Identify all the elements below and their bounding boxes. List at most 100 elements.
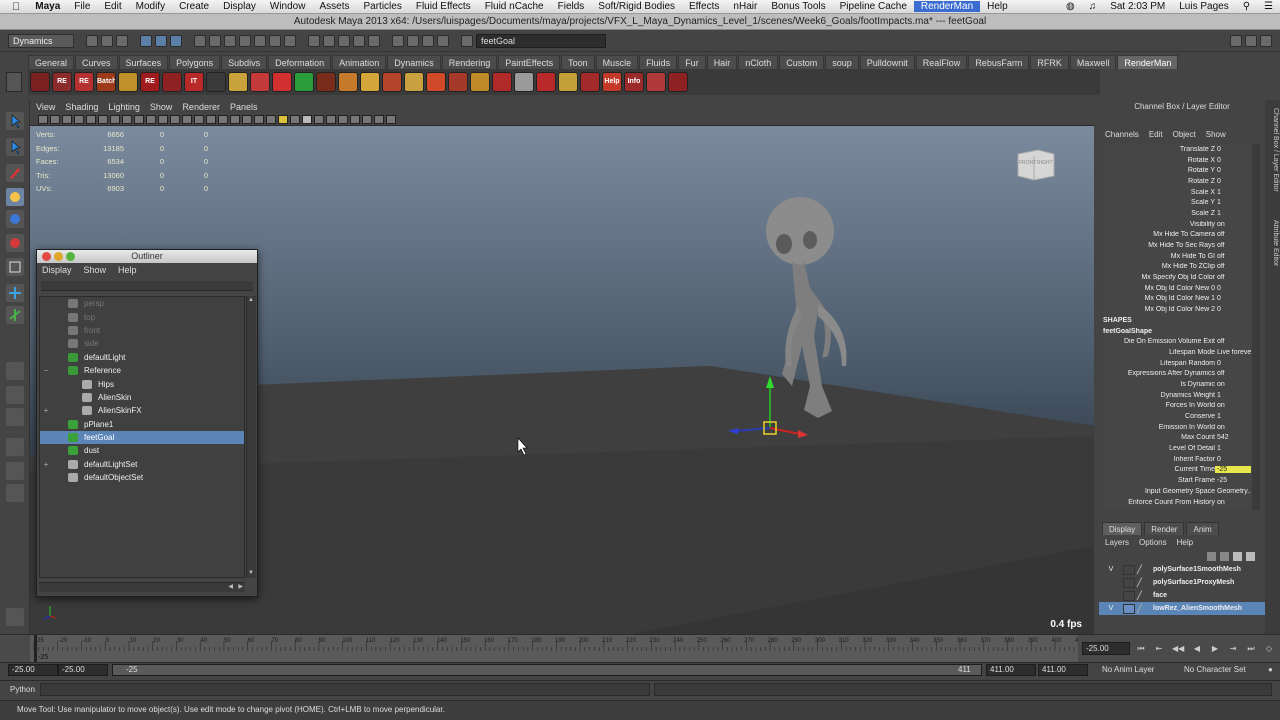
shelf-icon-9[interactable] — [206, 72, 226, 92]
auto-key-icon[interactable]: ● — [1268, 665, 1273, 674]
layer-menu-options[interactable]: Options — [1139, 538, 1167, 547]
channel-value[interactable]: on — [1215, 424, 1251, 431]
channel-row[interactable]: Mx Obj Id Color New 00 — [1103, 283, 1251, 294]
channel-row[interactable]: Start Frame -25 — [1103, 475, 1251, 486]
channel-row[interactable]: Expressions After Dynamics off — [1103, 368, 1251, 379]
channel-value[interactable]: 0 — [1215, 146, 1251, 153]
shelf-icon-12[interactable] — [272, 72, 292, 92]
mask-icon-2[interactable] — [209, 34, 221, 47]
channel-row[interactable]: Input Geometry Space Geometry... — [1103, 486, 1251, 497]
view-cube[interactable]: FRONT RIGHT — [1014, 146, 1058, 182]
animation-start-field[interactable]: -25.00 — [8, 664, 58, 676]
shelf-icon-8[interactable]: IT — [184, 72, 204, 92]
channel-name[interactable]: Dynamics Weight — [1103, 392, 1215, 399]
expand-toggle[interactable]: − — [40, 366, 52, 375]
shelf-tab-surfaces[interactable]: Surfaces — [118, 55, 169, 69]
outliner-item-alienskin[interactable]: AlienSkin — [40, 391, 244, 404]
expand-toggle[interactable]: + — [40, 406, 52, 415]
ipr-icon[interactable] — [422, 34, 434, 47]
shelf-tab-realflow[interactable]: RealFlow — [915, 55, 968, 69]
shelf-tab-fur[interactable]: Fur — [678, 55, 706, 69]
channel-row[interactable]: Forces In World on — [1103, 401, 1251, 412]
channel-row[interactable]: Dynamics Weight 1 — [1103, 390, 1251, 401]
shelf-tab-renderman[interactable]: RenderMan — [1117, 55, 1179, 69]
channel-row[interactable]: Inherit Factor 0 — [1103, 454, 1251, 465]
layer-visibility-toggle[interactable]: V — [1099, 605, 1123, 612]
layer-color-swatch[interactable] — [1123, 577, 1135, 588]
time-ticks[interactable]: -25 -20 -10 0 10 20 30 40 50 60 70 80 90 100 110 120 130… — [30, 635, 1086, 663]
channel-value[interactable]: 0 — [1215, 295, 1251, 302]
channel-name[interactable]: Scale Y — [1103, 199, 1215, 206]
panel-tool-icon-23[interactable] — [302, 114, 312, 124]
settings-gear-icon[interactable] — [6, 608, 24, 626]
channel-row[interactable]: Mx Specify Obj Id Color off — [1103, 272, 1251, 283]
shelf-tab-custom[interactable]: Custom — [779, 55, 825, 69]
channel-value[interactable]: on — [1215, 381, 1251, 388]
channel-box-scrollbar[interactable] — [1252, 144, 1260, 510]
channel-row[interactable]: Scale Z1 — [1103, 208, 1251, 219]
channel-row[interactable]: Lifespan Mode Live forever — [1103, 347, 1251, 358]
menu-display[interactable]: Display — [216, 1, 263, 12]
outliner-item-side[interactable]: side — [40, 337, 244, 350]
channel-value[interactable]: 0 — [1215, 167, 1251, 174]
layer-name[interactable]: face — [1153, 592, 1167, 599]
panel-tool-icon-19[interactable] — [254, 114, 264, 124]
menu-assets[interactable]: Assets — [312, 1, 356, 12]
panel-menu-panels[interactable]: Panels — [230, 102, 258, 112]
channel-name[interactable]: SHAPES — [1103, 317, 1215, 324]
shelf-icon-26[interactable] — [580, 72, 600, 92]
channel-name[interactable]: Scale X — [1103, 189, 1215, 196]
layout-two-icon[interactable] — [6, 408, 24, 426]
key-icon[interactable]: ◇ — [1264, 644, 1274, 654]
channel-name[interactable]: Rotate Y — [1103, 167, 1215, 174]
panel-tool-icon-15[interactable] — [206, 114, 216, 124]
channel-row[interactable]: Mx Hide To GI off — [1103, 251, 1251, 262]
new-scene-icon[interactable] — [86, 34, 98, 47]
shelf-icon-1[interactable] — [30, 72, 50, 92]
channel-value[interactable]: 0 — [1215, 360, 1251, 367]
shelf-menu-icon[interactable] — [6, 72, 22, 92]
channel-row[interactable]: Mx Hide To ZClip off — [1103, 262, 1251, 273]
selection-field[interactable]: feetGoal — [476, 33, 606, 48]
scale-tool-icon[interactable] — [6, 234, 24, 252]
channel-value[interactable]: 0 — [1215, 157, 1251, 164]
channel-name[interactable]: Enforce Count From History — [1103, 499, 1215, 506]
channel-name[interactable]: Mx Hide To GI — [1103, 253, 1215, 260]
channel-row[interactable]: SHAPES — [1103, 315, 1251, 326]
menu-pipeline-cache[interactable]: Pipeline Cache — [833, 1, 914, 12]
channel-box-toggle-icon[interactable] — [1260, 34, 1272, 47]
menu-fluid-ncache[interactable]: Fluid nCache — [478, 1, 551, 12]
shelf-tab-subdivs[interactable]: Subdivs — [221, 55, 268, 69]
channel-name[interactable]: Mx Specify Obj Id Color — [1103, 274, 1215, 281]
attribute-editor-toggle-icon[interactable] — [1230, 34, 1242, 47]
channel-name[interactable]: Die On Emission Volume Exit — [1103, 338, 1215, 345]
paint-select-tool-icon[interactable] — [6, 164, 24, 182]
layer-row[interactable]: V ╱ lowRez_AlienSmoothMesh — [1099, 602, 1265, 615]
channel-value[interactable]: 1 — [1215, 199, 1251, 206]
menu-bonus-tools[interactable]: Bonus Tools — [764, 1, 832, 12]
channel-menu-object[interactable]: Object — [1173, 130, 1196, 139]
channel-name[interactable]: Mx Hide To ZClip — [1103, 263, 1215, 270]
outliner-menu-help[interactable]: Help — [118, 265, 137, 275]
channel-name[interactable]: Mx Obj Id Color New 0 — [1103, 285, 1215, 292]
outliner-item-hips[interactable]: Hips — [40, 377, 244, 390]
channel-value[interactable]: off — [1215, 338, 1251, 345]
shelf-icon-2[interactable]: RE — [52, 72, 72, 92]
channel-name[interactable]: Input Geometry Space — [1103, 488, 1215, 495]
panel-tool-icon-7[interactable] — [110, 114, 120, 124]
channel-name[interactable]: Translate Z — [1103, 146, 1215, 153]
play-backwards-icon[interactable]: ◀ — [1192, 644, 1202, 654]
command-input[interactable] — [40, 683, 650, 696]
channel-value[interactable]: 1 — [1215, 189, 1251, 196]
menu-file[interactable]: File — [67, 1, 97, 12]
panel-tool-icon-14[interactable] — [194, 114, 204, 124]
panel-tool-icon-20[interactable] — [266, 114, 276, 124]
mask-icon-6[interactable] — [269, 34, 281, 47]
panel-tool-icon-1[interactable] — [38, 114, 48, 124]
panel-tool-icon-17[interactable] — [230, 114, 240, 124]
shelf-tab-hair[interactable]: Hair — [706, 55, 738, 69]
shelf-tab-deformation[interactable]: Deformation — [268, 55, 332, 69]
channel-name[interactable]: Forces In World — [1103, 402, 1215, 409]
layer-move-down-icon[interactable] — [1220, 551, 1229, 561]
shelf-icon-16[interactable] — [360, 72, 380, 92]
